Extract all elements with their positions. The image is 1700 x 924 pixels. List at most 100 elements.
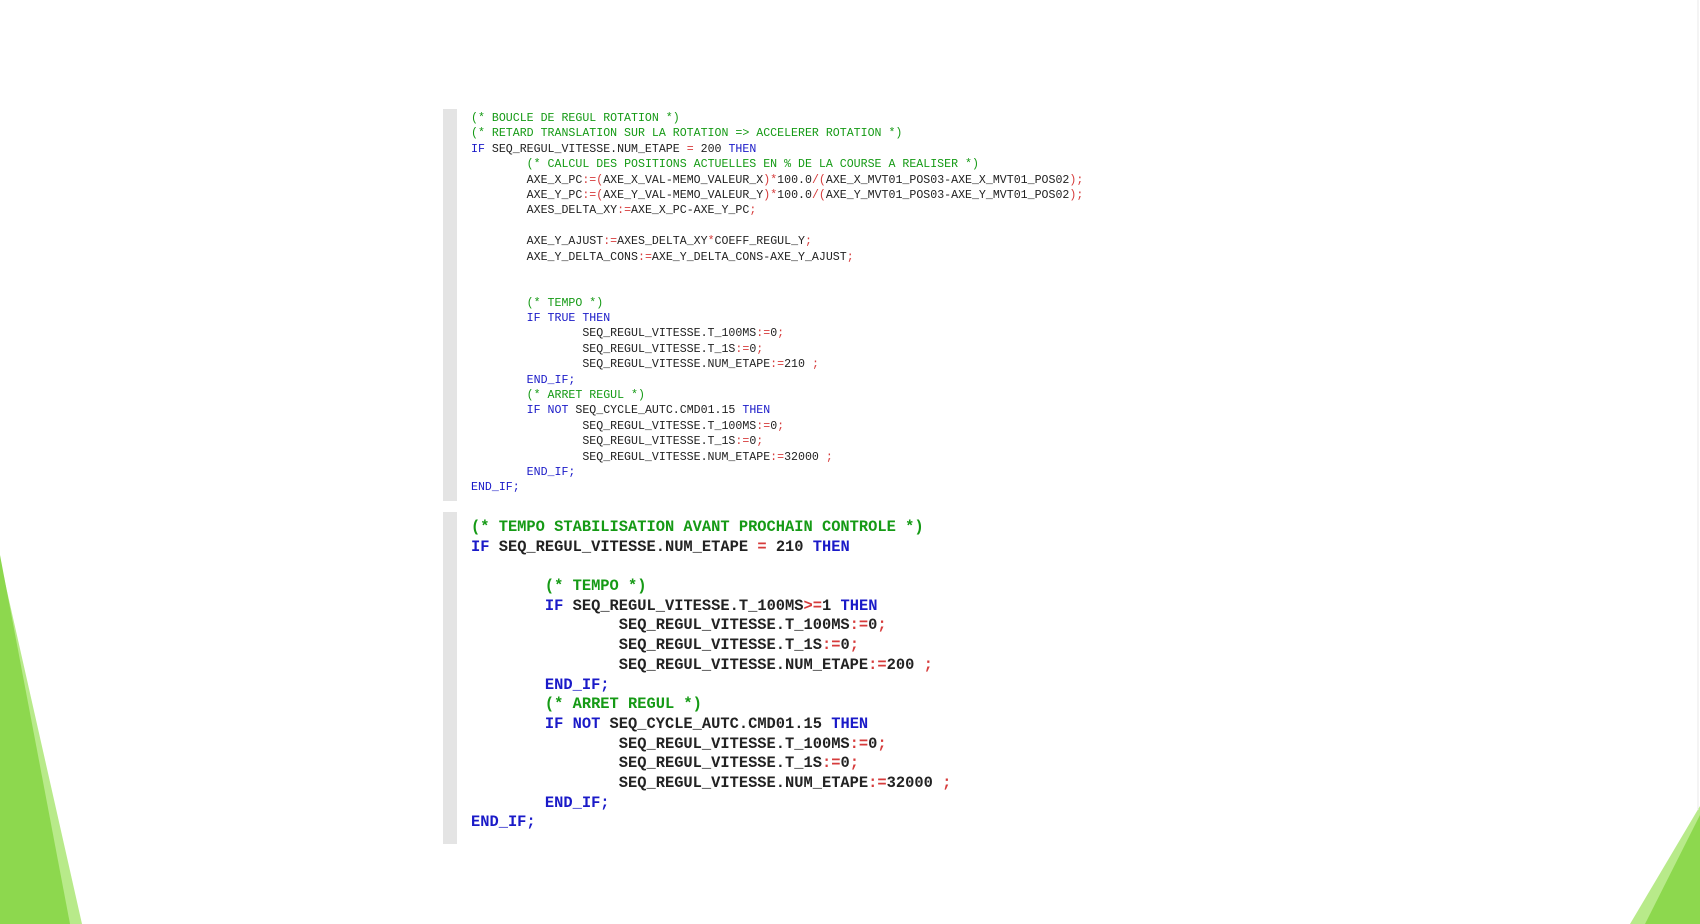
code-text: SEQ_REGUL_VITESSE.T_100MS [572, 596, 804, 615]
code-comment: (* CALCUL DES POSITIONS ACTUELLES EN % D… [526, 158, 979, 172]
code-text: SEQ_REGUL_VITESSE.T_1S [471, 636, 822, 655]
code-operator: ; [777, 419, 785, 433]
code-line: (* RETARD TRANSLATION SUR LA ROTATION =>… [471, 126, 1183, 141]
code-operator: ; [756, 435, 764, 449]
code-operator: * [707, 235, 715, 249]
code-keyword: IF [471, 537, 499, 556]
code-text: SEQ_REGUL_VITESSE.T_1S [471, 754, 822, 773]
code-keyword: IF TRUE THEN [526, 312, 611, 326]
code-keyword: END_IF; [544, 675, 610, 694]
code-text: AXES_DELTA_XY [471, 204, 618, 218]
code-operator: >= [803, 596, 822, 615]
code-line: AXE_Y_AJUST:=AXES_DELTA_XY*COEFF_REGUL_Y… [471, 234, 1183, 249]
code-keyword: THEN [840, 596, 878, 615]
code-text: SEQ_REGUL_VITESSE.T_100MS [471, 419, 757, 433]
code-text: SEQ_REGUL_VITESSE.T_100MS [471, 734, 850, 753]
code-text: 100.0 [777, 173, 812, 187]
code-line: IF TRUE THEN [471, 311, 1183, 326]
code-text: AXE_Y_VAL-MEMO_VALEUR_Y [603, 188, 764, 202]
code-line: END_IF; [471, 813, 1003, 833]
code-keyword: THEN [742, 404, 771, 418]
slide: (* BOUCLE DE REGUL ROTATION *) (* RETARD … [0, 0, 1700, 924]
code-operator: := [770, 358, 785, 372]
code-operator: := [756, 419, 771, 433]
code-text: 32000 [886, 773, 943, 792]
code-keyword: THEN [812, 537, 850, 556]
code-text: 32000 [784, 450, 826, 464]
code-panel-regulation-loop: (* BOUCLE DE REGUL ROTATION *) (* RETARD … [443, 109, 1183, 501]
code-comment: (* TEMPO *) [526, 296, 604, 310]
code-keyword: THEN [728, 142, 757, 156]
code-panel-stabilisation-tempo: (* TEMPO STABILISATION AVANT PROCHAIN CO… [443, 512, 1003, 844]
code-text: SEQ_REGUL_VITESSE.NUM_ETAPE [491, 142, 687, 156]
code-text: SEQ_REGUL_VITESSE.T_1S [471, 435, 736, 449]
code-operator: := [821, 636, 841, 655]
code-operator: ; [849, 754, 859, 773]
code-operator: ; [923, 655, 933, 674]
code-operator: := [868, 655, 887, 674]
code-keyword: IF [544, 596, 573, 615]
code-text: 200 [886, 655, 924, 674]
code-line: AXES_DELTA_XY:=AXE_X_PC-AXE_Y_PC; [471, 203, 1183, 218]
code-line: (* ARRET REGUL *) [471, 388, 1183, 403]
code-operator: :=( [582, 173, 604, 187]
code-text: SEQ_REGUL_VITESSE.NUM_ETAPE [471, 773, 869, 792]
code-line: IF SEQ_REGUL_VITESSE.T_100MS>=1 THEN [471, 597, 1003, 617]
code-operator: := [637, 250, 652, 264]
code-operator: := [770, 450, 785, 464]
code-line: END_IF; [471, 373, 1183, 388]
code-line: END_IF; [471, 480, 1183, 495]
code-text: SEQ_REGUL_VITESSE.NUM_ETAPE [471, 450, 771, 464]
code-operator: ; [805, 235, 812, 249]
code-line: IF NOT SEQ_CYCLE_AUTC.CMD01.15 THEN [471, 715, 1003, 735]
code-operator: = [757, 537, 767, 556]
code-operator: := [735, 435, 750, 449]
code-line: (* BOUCLE DE REGUL ROTATION *) [471, 111, 1183, 126]
code-text: AXE_X_MVT01_POS03-AXE_X_MVT01_POS02 [825, 173, 1070, 187]
code-keyword: END_IF; [526, 465, 576, 479]
code-text: SEQ_REGUL_VITESSE.NUM_ETAPE [498, 537, 758, 556]
code-operator: ; [749, 204, 757, 218]
code-operator: ); [1069, 188, 1084, 202]
code-operator: ; [846, 250, 854, 264]
code-text: 210 [766, 537, 813, 556]
code-keyword: IF NOT [544, 714, 610, 733]
code-text: SEQ_REGUL_VITESSE.T_100MS [471, 616, 850, 635]
code-line: IF NOT SEQ_CYCLE_AUTC.CMD01.15 THEN [471, 403, 1183, 418]
code-operator: )* [763, 173, 778, 187]
code-operator: = [686, 142, 694, 156]
code-text: AXE_Y_MVT01_POS03-AXE_Y_MVT01_POS02 [825, 188, 1070, 202]
code-comment: (* RETARD TRANSLATION SUR LA ROTATION =>… [471, 127, 903, 141]
code-text: AXE_X_PC-AXE_Y_PC [631, 204, 750, 218]
code-text: AXE_Y_DELTA_CONS [471, 250, 638, 264]
code-line: SEQ_REGUL_VITESSE.T_1S:=0; [471, 342, 1183, 357]
code-comment: (* BOUCLE DE REGUL ROTATION *) [471, 112, 680, 125]
code-operator: := [756, 327, 771, 341]
code-comment: (* TEMPO STABILISATION AVANT PROCHAIN CO… [471, 518, 924, 536]
code-text: AXES_DELTA_XY [617, 235, 708, 249]
code-text: 1 [822, 596, 841, 615]
code-text: COEFF_REGUL_Y [714, 235, 805, 249]
code-text: AXE_X_PC [471, 173, 583, 187]
code-keyword: IF [471, 142, 492, 156]
code-text: AXE_Y_DELTA_CONS-AXE_Y_AJUST [651, 250, 847, 264]
code-line: SEQ_REGUL_VITESSE.NUM_ETAPE:=32000 ; [471, 774, 1003, 794]
code-text: 210 [784, 358, 812, 372]
code-operator: := [849, 616, 869, 635]
code-text: AXE_X_VAL-MEMO_VALEUR_X [603, 173, 764, 187]
code-keyword: THEN [831, 714, 869, 733]
code-keyword: IF NOT [526, 404, 576, 418]
code-text: SEQ_REGUL_VITESSE.T_100MS [471, 327, 757, 341]
code-line: END_IF; [471, 794, 1003, 814]
code-operator: := [849, 734, 869, 753]
code-line: AXE_Y_DELTA_CONS:=AXE_Y_DELTA_CONS-AXE_Y… [471, 250, 1183, 265]
code-text: AXE_Y_AJUST [471, 235, 604, 249]
code-line: SEQ_REGUL_VITESSE.T_100MS:=0; [471, 326, 1183, 341]
code-line: SEQ_REGUL_VITESSE.T_100MS:=0; [471, 735, 1003, 755]
code-line: END_IF; [471, 465, 1183, 480]
